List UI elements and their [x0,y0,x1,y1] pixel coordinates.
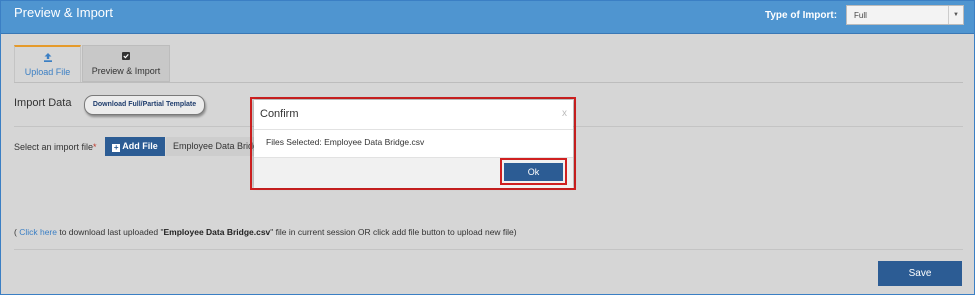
app-frame: Preview & Import Type of Import: Full ▼ … [0,0,975,295]
section-title: Import Data [14,97,72,109]
add-file-button-label: Add File [122,141,158,151]
tab-preview-import[interactable]: Preview & Import [82,45,170,82]
dialog-title: Confirm [260,108,299,120]
ok-button[interactable]: Ok [504,163,563,181]
import-type-value: Full [854,11,867,20]
last-upload-info: ( Click here to download last uploaded "… [14,227,517,237]
checkbox-icon [83,52,169,62]
plus-icon: + [112,143,121,152]
dialog-header-divider [254,129,573,130]
confirm-dialog: Confirm x Files Selected: Employee Data … [254,100,573,188]
add-file-button[interactable]: + Add File [105,137,165,156]
tab-upload-file-label: Upload File [24,67,71,77]
tabs-divider [14,82,963,83]
page-header: Preview & Import Type of Import: Full ▼ [1,1,974,34]
info-suffix: " file in current session OR click add f… [270,227,517,237]
save-button[interactable]: Save [878,261,962,286]
import-file-label-text: Select an import file [14,142,94,152]
page-title: Preview & Import [14,5,113,20]
required-marker: * [93,142,97,152]
footer-divider [14,249,963,250]
dialog-message: Files Selected: Employee Data Bridge.csv [266,137,425,147]
upload-icon [15,53,80,63]
tab-preview-import-label: Preview & Import [91,66,161,76]
import-type-label: Type of Import: [765,10,838,21]
close-icon[interactable]: x [562,108,567,119]
dialog-footer: Ok [254,157,573,188]
info-file-name: Employee Data Bridge.csv [163,227,271,237]
click-here-link[interactable]: Click here [19,227,57,237]
import-type-select[interactable]: Full ▼ [846,5,964,25]
selected-file-name: Employee Data Bridge.csv [166,137,254,156]
import-file-label: Select an import file* [14,142,97,152]
chevron-down-icon: ▼ [948,6,963,24]
info-middle: to download last uploaded " [57,227,164,237]
download-template-button[interactable]: Download Full/Partial Template [84,95,205,115]
tab-upload-file[interactable]: Upload File [14,45,81,82]
